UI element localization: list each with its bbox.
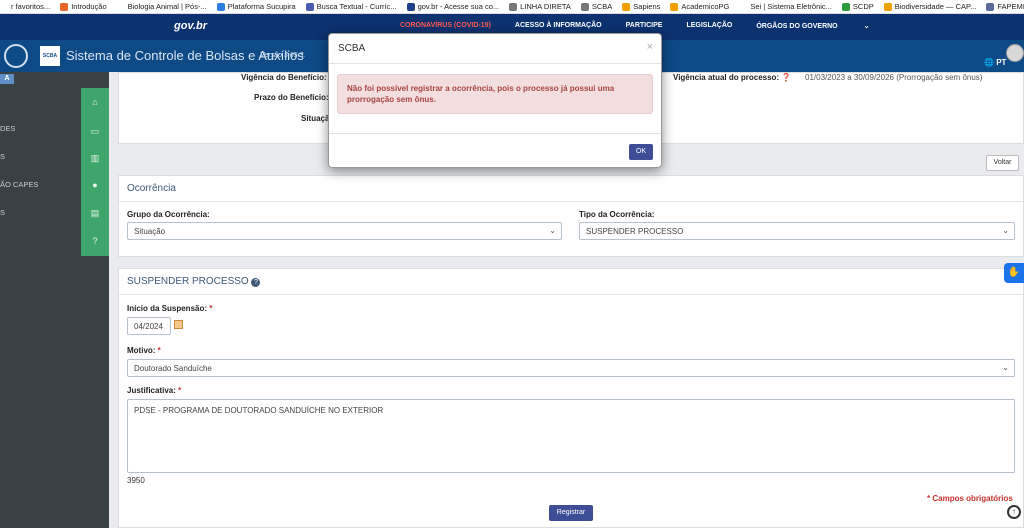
error-modal: SCBA × Não foi possível registrar a ocor… <box>328 33 662 168</box>
modal-title: SCBA <box>338 43 366 54</box>
ok-button[interactable]: OK <box>629 144 653 160</box>
modal-footer: OK <box>329 133 661 167</box>
modal-header: SCBA × <box>329 34 661 64</box>
close-icon[interactable]: × <box>647 41 653 53</box>
error-alert: Não foi possível registrar a ocorrência,… <box>337 74 653 114</box>
